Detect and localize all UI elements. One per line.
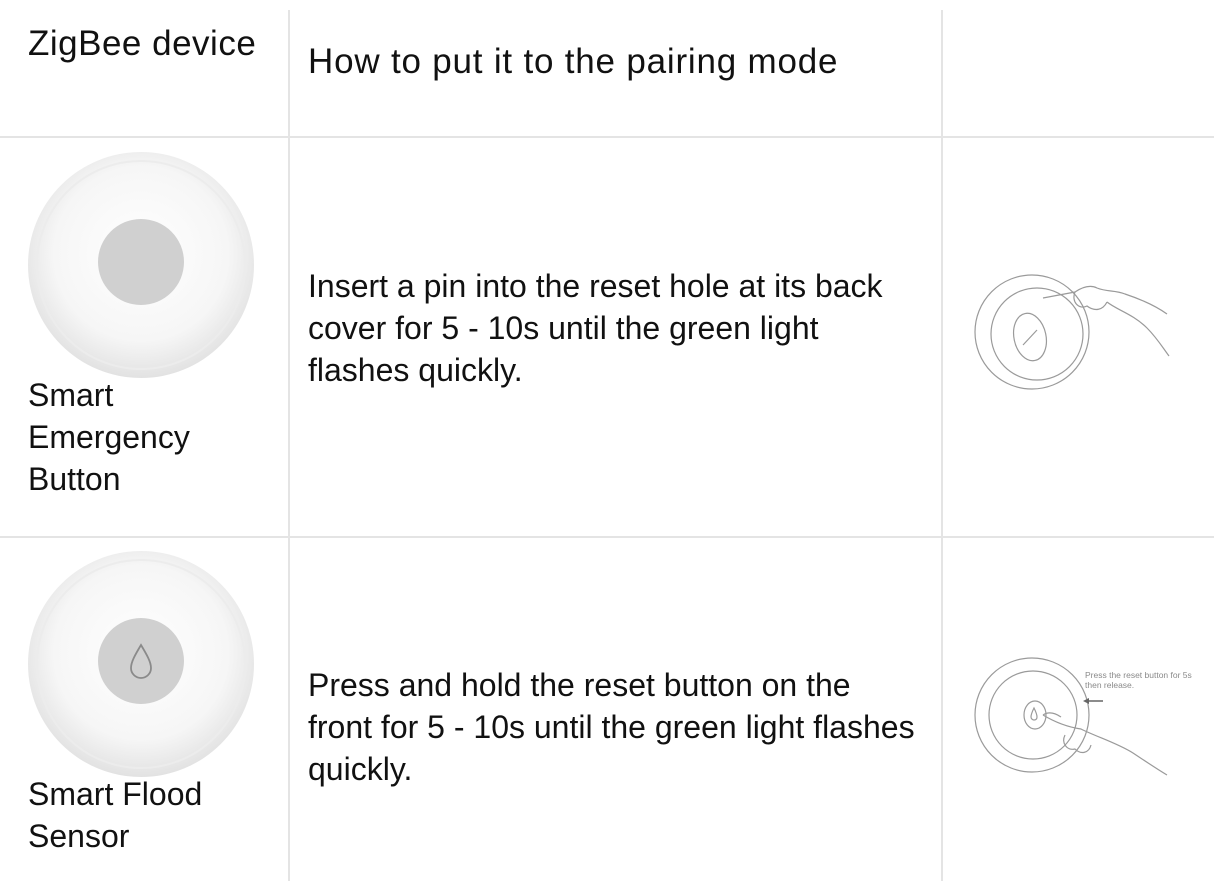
instruction-flood-sensor: Press and hold the reset button on the f… (308, 667, 915, 787)
column-divider-2 (941, 10, 943, 881)
row-divider-header (0, 136, 1214, 138)
pin-reset-illustration (974, 274, 1170, 390)
column-divider-1 (288, 10, 290, 881)
device-name-emergency-button: Smart Emergency Button (28, 377, 190, 497)
flood-sensor-image (28, 551, 254, 777)
header-pairing-mode: How to put it to the pairing mode (308, 42, 839, 81)
instruction-emergency-button: Insert a pin into the reset hole at its … (308, 268, 883, 388)
device-name-flood-sensor: Smart Flood Sensor (28, 776, 203, 854)
row-divider-1 (0, 536, 1214, 538)
emergency-button-image (28, 152, 254, 378)
reset-caption: Press the reset button for 5s then relea… (1085, 670, 1192, 690)
header-device: ZigBee device (28, 24, 257, 63)
press-reset-illustration: Press the reset button for 5s then relea… (974, 657, 1192, 776)
